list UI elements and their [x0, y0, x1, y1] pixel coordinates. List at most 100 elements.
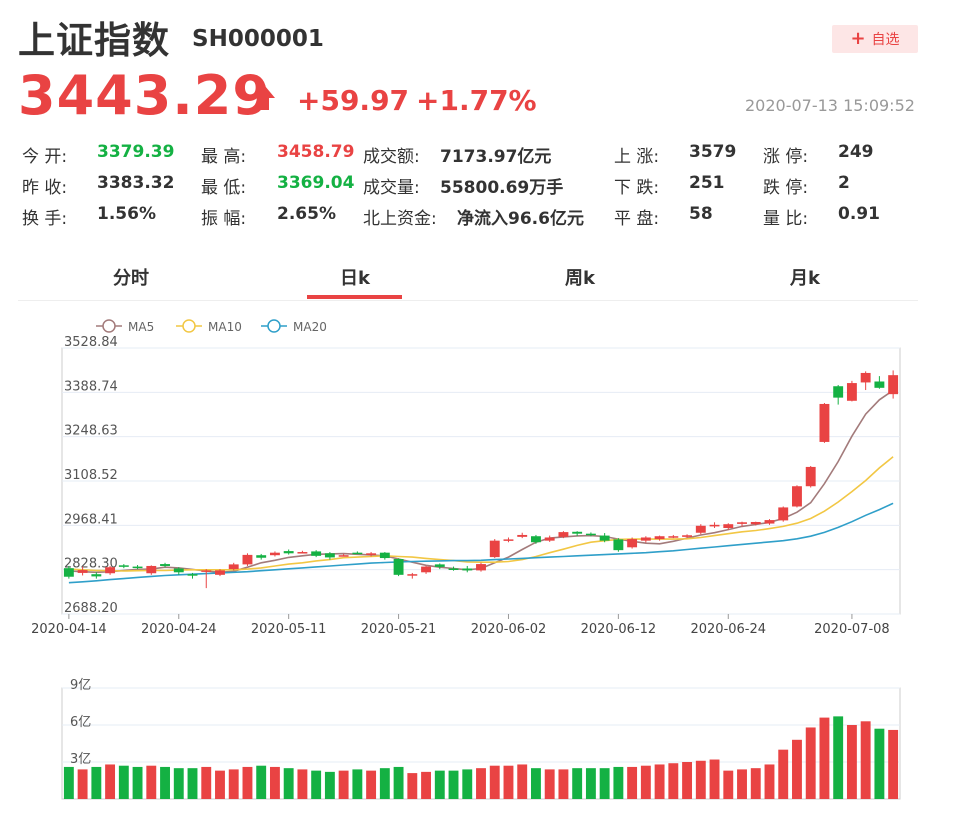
candle-body: [613, 539, 624, 551]
candle-body: [640, 537, 651, 541]
ma10-line: [68, 456, 894, 572]
kline-chart[interactable]: MA5 MA10 MA20 3528.843388.743248.633108.52…: [0, 305, 957, 815]
candle-body: [723, 524, 734, 528]
candle-body: [531, 536, 541, 543]
candle: [352, 551, 363, 555]
candle: [421, 565, 431, 574]
ma-lines: [68, 389, 894, 584]
candle-body: [448, 568, 459, 570]
candle: [393, 558, 404, 577]
candle-body: [311, 551, 322, 556]
candle: [805, 465, 816, 488]
candle-body: [324, 553, 335, 558]
flat-count-value: 58: [689, 204, 713, 224]
turnover-value: 1.56%: [97, 204, 156, 224]
volume-bar: [324, 771, 335, 799]
high-label: 最 高:: [201, 147, 247, 167]
candle-body: [338, 555, 349, 557]
volume-bar: [489, 765, 500, 799]
candle-body: [476, 564, 486, 571]
flat-count-label: 平 盘:: [614, 209, 660, 229]
add-watchlist-button[interactable]: + 自选: [832, 25, 918, 53]
candle-body: [91, 574, 102, 577]
tab-weekly-k[interactable]: 周k: [565, 264, 595, 290]
limit-up-value: 249: [838, 142, 874, 162]
candle: [105, 565, 116, 575]
candle: [476, 562, 486, 572]
candle: [544, 535, 555, 542]
candle: [146, 565, 157, 575]
volume-bar: [242, 766, 253, 799]
low-label: 最 低:: [201, 178, 247, 198]
down-count-value: 251: [689, 173, 725, 193]
volume-bar: [572, 768, 583, 799]
candle: [613, 538, 624, 552]
candle: [888, 370, 899, 399]
volume-bar: [737, 769, 747, 799]
limit-down-label: 跌 停:: [763, 178, 809, 198]
candle: [297, 550, 308, 554]
volume-bar: [283, 768, 294, 799]
volume-bar: [599, 768, 610, 799]
northbound-value: 净流入96.6亿元: [457, 209, 584, 229]
candle-body: [585, 533, 596, 536]
candle: [640, 536, 651, 543]
candle-body: [269, 552, 280, 556]
candle-body: [434, 564, 445, 567]
candle-body: [544, 537, 555, 541]
candle-body: [627, 539, 638, 548]
volume-bar: [723, 770, 734, 799]
date-tick-label: 2020-05-21: [361, 622, 437, 637]
volume-bar: [146, 765, 157, 799]
date-tick-label: 2020-06-24: [690, 622, 766, 637]
candle: [91, 572, 102, 579]
up-count-value: 3579: [689, 142, 737, 162]
tab-daily-k[interactable]: 日k: [340, 264, 370, 290]
volume-bar: [778, 749, 789, 799]
tab-intraday[interactable]: 分时: [113, 264, 149, 290]
candle: [819, 403, 830, 443]
candle-body: [819, 403, 830, 442]
candle: [792, 485, 802, 508]
candle-body: [778, 507, 789, 521]
volume-bar: [709, 759, 720, 799]
date-tick-label: 2020-04-14: [31, 622, 107, 637]
volume-bar: [132, 766, 143, 799]
watch-label: 自选: [871, 32, 900, 48]
volume-bar: [421, 771, 431, 799]
candle-body: [215, 570, 225, 575]
volume-bar: [434, 770, 445, 799]
amount-label: 成交额:: [363, 147, 420, 167]
legend-marker-ma5: [102, 319, 116, 333]
candle-body: [256, 555, 267, 558]
volume-bar: [819, 717, 830, 799]
date-tick-label: 2020-05-11: [251, 622, 327, 637]
volume-bar: [105, 764, 116, 799]
candle: [242, 553, 253, 566]
candle-body: [860, 372, 871, 383]
price-change: +59.97: [297, 84, 410, 117]
legend-label-ma20: MA20: [293, 320, 327, 334]
candle-body: [846, 383, 857, 401]
period-tabs: 分时 日k 周k 月k: [18, 256, 918, 301]
amplitude-label: 振 幅:: [201, 209, 247, 229]
tab-monthly-k[interactable]: 月k: [790, 264, 820, 290]
volume-bar: [695, 760, 706, 799]
candle: [269, 551, 280, 557]
candle-body: [668, 536, 679, 538]
candle: [132, 565, 143, 570]
candle-body: [77, 570, 88, 573]
candle-body: [242, 554, 253, 565]
volume-bar: [613, 766, 624, 799]
date-axis: 2020-04-14 2020-04-24 2020-05-11 2020-05-21…: [31, 614, 890, 637]
candle: [517, 532, 528, 539]
candle-body: [709, 524, 720, 527]
volume-bar: [228, 769, 239, 799]
volume-bar: [366, 770, 377, 799]
volume-bar: [833, 716, 844, 799]
candle: [833, 384, 844, 405]
volume-bar: [668, 763, 679, 799]
candle-body: [173, 568, 184, 573]
volume-bar: [91, 766, 102, 799]
price-change-pct: +1.77%: [416, 84, 537, 117]
